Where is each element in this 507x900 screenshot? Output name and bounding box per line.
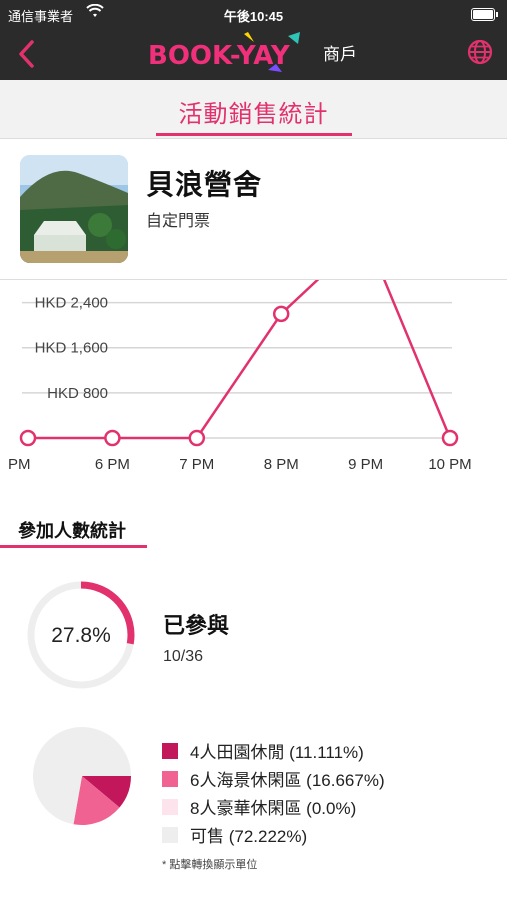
- x-tick-label: PM: [8, 456, 31, 473]
- participation-ring[interactable]: 27.8%: [26, 580, 136, 690]
- legend-label: 6人海景休閑區 (16.667%): [190, 771, 385, 790]
- sales-line-chart[interactable]: HKD 2,400 HKD 1,600 HKD 800 PM 6 PM 7 PM 8 PM 9…: [0, 280, 507, 480]
- joined-label: 已參與: [163, 613, 230, 638]
- page-title: 活動銷售統計: [178, 101, 329, 128]
- x-tick-label: 7 PM: [179, 456, 214, 473]
- y-tick-label: HKD 2,400: [35, 295, 108, 312]
- data-point: [272, 305, 290, 323]
- legend-label: 8人豪華休閑區 (0.0%): [190, 799, 357, 818]
- data-point: [19, 429, 37, 447]
- bookyay-logo: BOOK-YAY: [148, 30, 320, 81]
- status-time: 午後10:45: [223, 9, 284, 24]
- x-tick-label: 9 PM: [348, 456, 383, 473]
- legend-label: 可售 (72.222%): [190, 827, 308, 846]
- venue-thumbnail: [20, 155, 128, 263]
- logo-text: BOOK-YAY: [148, 41, 291, 71]
- page-tab-bar: 活動銷售統計: [0, 80, 507, 139]
- status-bar: 通信事業者 午後10:45: [0, 0, 507, 28]
- unit-toggle-note[interactable]: * 點擊轉換顯示單位: [162, 856, 257, 872]
- merchant-label: 商戶: [323, 45, 357, 64]
- data-point: [188, 429, 206, 447]
- data-point: [441, 429, 459, 447]
- legend-swatch: [162, 743, 178, 759]
- tab-underline: [156, 133, 352, 136]
- booking-breakdown-pie[interactable]: [32, 726, 132, 826]
- participation-section-title: 參加人數統計: [18, 521, 126, 541]
- joined-count: 10/36: [163, 648, 204, 665]
- ring-percent-label: 27.8%: [51, 624, 111, 647]
- data-point: [104, 429, 121, 447]
- venue-card: 貝浪營舍 自定門票: [0, 139, 507, 280]
- legend-swatch: [162, 799, 178, 815]
- back-arrow-icon[interactable]: [12, 36, 44, 72]
- y-tick-label: HKD 800: [47, 385, 108, 402]
- x-tick-label: 6 PM: [95, 456, 130, 473]
- y-tick-label: HKD 1,600: [35, 340, 108, 357]
- x-tick-label: 10 PM: [428, 456, 471, 473]
- section-underline: [0, 545, 147, 548]
- x-tick-label: 8 PM: [264, 456, 299, 473]
- venue-name: 貝浪營舍: [146, 169, 263, 200]
- globe-language-icon[interactable]: [467, 39, 493, 65]
- legend-swatch: [162, 827, 178, 843]
- battery-icon: [471, 8, 498, 21]
- legend-label: 4人田園休閒 (11.111%): [190, 743, 364, 762]
- legend-swatch: [162, 771, 178, 787]
- venue-ticket-type: 自定門票: [146, 213, 211, 230]
